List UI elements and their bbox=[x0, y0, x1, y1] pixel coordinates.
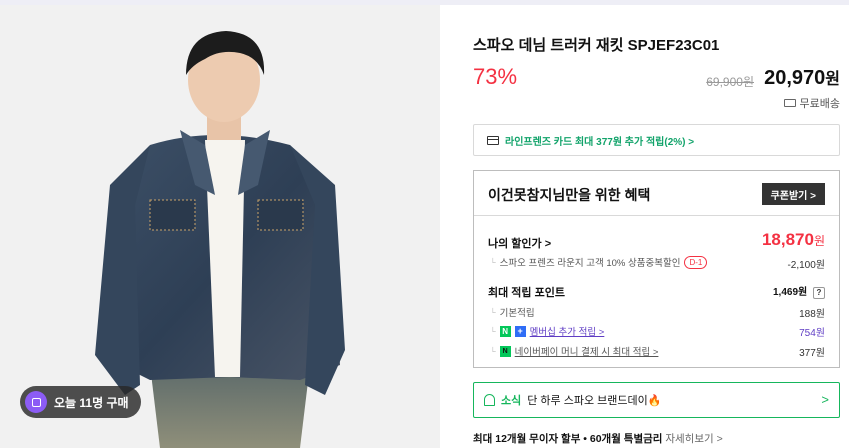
installment-text: 최대 12개월 무이자 할부 • 60개월 특별금리 bbox=[473, 433, 663, 445]
basic-points-text: 기본적립 bbox=[499, 308, 535, 319]
membership-points-row[interactable]: N + 멤버십 추가 적립 > bbox=[490, 324, 604, 338]
my-discount-value: 18,870 bbox=[761, 230, 814, 249]
points-help-icon[interactable]: ? bbox=[813, 287, 825, 299]
shipping-text: 무료배송 bbox=[799, 98, 840, 110]
my-discount-unit: 원 bbox=[813, 234, 825, 248]
basic-points-value: 188원 bbox=[799, 309, 825, 320]
brand-day-prefix: 소식 bbox=[501, 395, 522, 407]
card-promo-text: 라인프렌즈 카드 최대 377원 추가 적립(2%) > bbox=[505, 136, 695, 148]
discount-rate: 73% bbox=[473, 64, 518, 89]
membership-points-value: 754원 bbox=[799, 328, 825, 339]
purchase-count-text: 오늘 11명 구매 bbox=[54, 395, 129, 410]
sale-price-unit: 원 bbox=[825, 71, 840, 88]
purchase-count-badge: 오늘 11명 구매 bbox=[20, 386, 141, 418]
bell-icon bbox=[484, 394, 495, 406]
benefit-heading: 이건못참지님만을 위한 혜택 bbox=[488, 187, 651, 203]
member-benefit-box: 이건못참지님만을 위한 혜택 쿠폰받기 > 나의 할인가 > 18,870원 스… bbox=[473, 170, 840, 368]
npay-points-link[interactable]: 네이버페이 머니 결제 시 최대 적립 > bbox=[515, 344, 659, 358]
installment-info: 최대 12개월 무이자 할부 • 60개월 특별금리 자세히보기 > bbox=[473, 431, 723, 446]
product-photo-illustration bbox=[0, 5, 440, 448]
sale-price: 20,970원 bbox=[764, 65, 840, 90]
card-promo-banner[interactable]: 라인프렌즈 카드 최대 377원 추가 적립(2%) > bbox=[473, 124, 840, 156]
product-info-panel: 스파오 데님 트러커 재킷 SPJEF23C01 73% 69,900원 20,… bbox=[473, 0, 840, 448]
shopping-bag-icon bbox=[25, 391, 47, 413]
original-price: 69,900원 bbox=[706, 75, 754, 89]
lounge-discount-value: -2,100원 bbox=[787, 260, 825, 271]
lounge-discount-label: 스파오 프렌즈 라운지 고객 10% 상품중복할인 bbox=[499, 258, 681, 269]
my-discount-price-link[interactable]: 나의 할인가 > bbox=[488, 235, 551, 251]
chevron-right-icon: > bbox=[821, 392, 829, 407]
brand-day-text: 단 하루 스파오 브랜드데이🔥 bbox=[527, 395, 662, 407]
plus-icon: + bbox=[514, 325, 526, 337]
naver-n-icon: N bbox=[499, 325, 511, 337]
my-discount-price: 18,870원 bbox=[762, 230, 825, 250]
d-day-badge: D-1 bbox=[684, 255, 708, 269]
product-image[interactable]: 오늘 11명 구매 bbox=[0, 5, 440, 448]
max-points-row: 1,469원 ? bbox=[773, 283, 825, 299]
sale-price-value: 20,970 bbox=[764, 67, 826, 89]
npay-points-value: 377원 bbox=[799, 348, 825, 359]
membership-points-link[interactable]: 멤버십 추가 적립 > bbox=[530, 324, 605, 338]
shipping-info: 무료배송 bbox=[783, 95, 840, 111]
lounge-discount-row: 스파오 프렌즈 라운지 고객 10% 상품중복할인 D-1 bbox=[490, 255, 708, 269]
product-title: 스파오 데님 트러커 재킷 SPJEF23C01 bbox=[473, 37, 720, 54]
naver-pay-icon: N bbox=[499, 345, 511, 357]
truck-icon bbox=[783, 99, 796, 107]
brand-day-banner[interactable]: 소식 단 하루 스파오 브랜드데이🔥 > bbox=[473, 382, 840, 418]
credit-card-icon bbox=[487, 135, 499, 145]
get-coupon-button[interactable]: 쿠폰받기 > bbox=[761, 183, 825, 205]
installment-more-link[interactable]: 자세히보기 > bbox=[665, 433, 722, 445]
max-points-value: 1,469원 bbox=[772, 287, 808, 298]
max-points-label: 최대 적립 포인트 bbox=[488, 287, 565, 299]
npay-points-row[interactable]: N 네이버페이 머니 결제 시 최대 적립 > bbox=[490, 344, 658, 358]
benefit-divider bbox=[474, 215, 839, 216]
basic-points-label: 기본적립 bbox=[490, 305, 535, 319]
